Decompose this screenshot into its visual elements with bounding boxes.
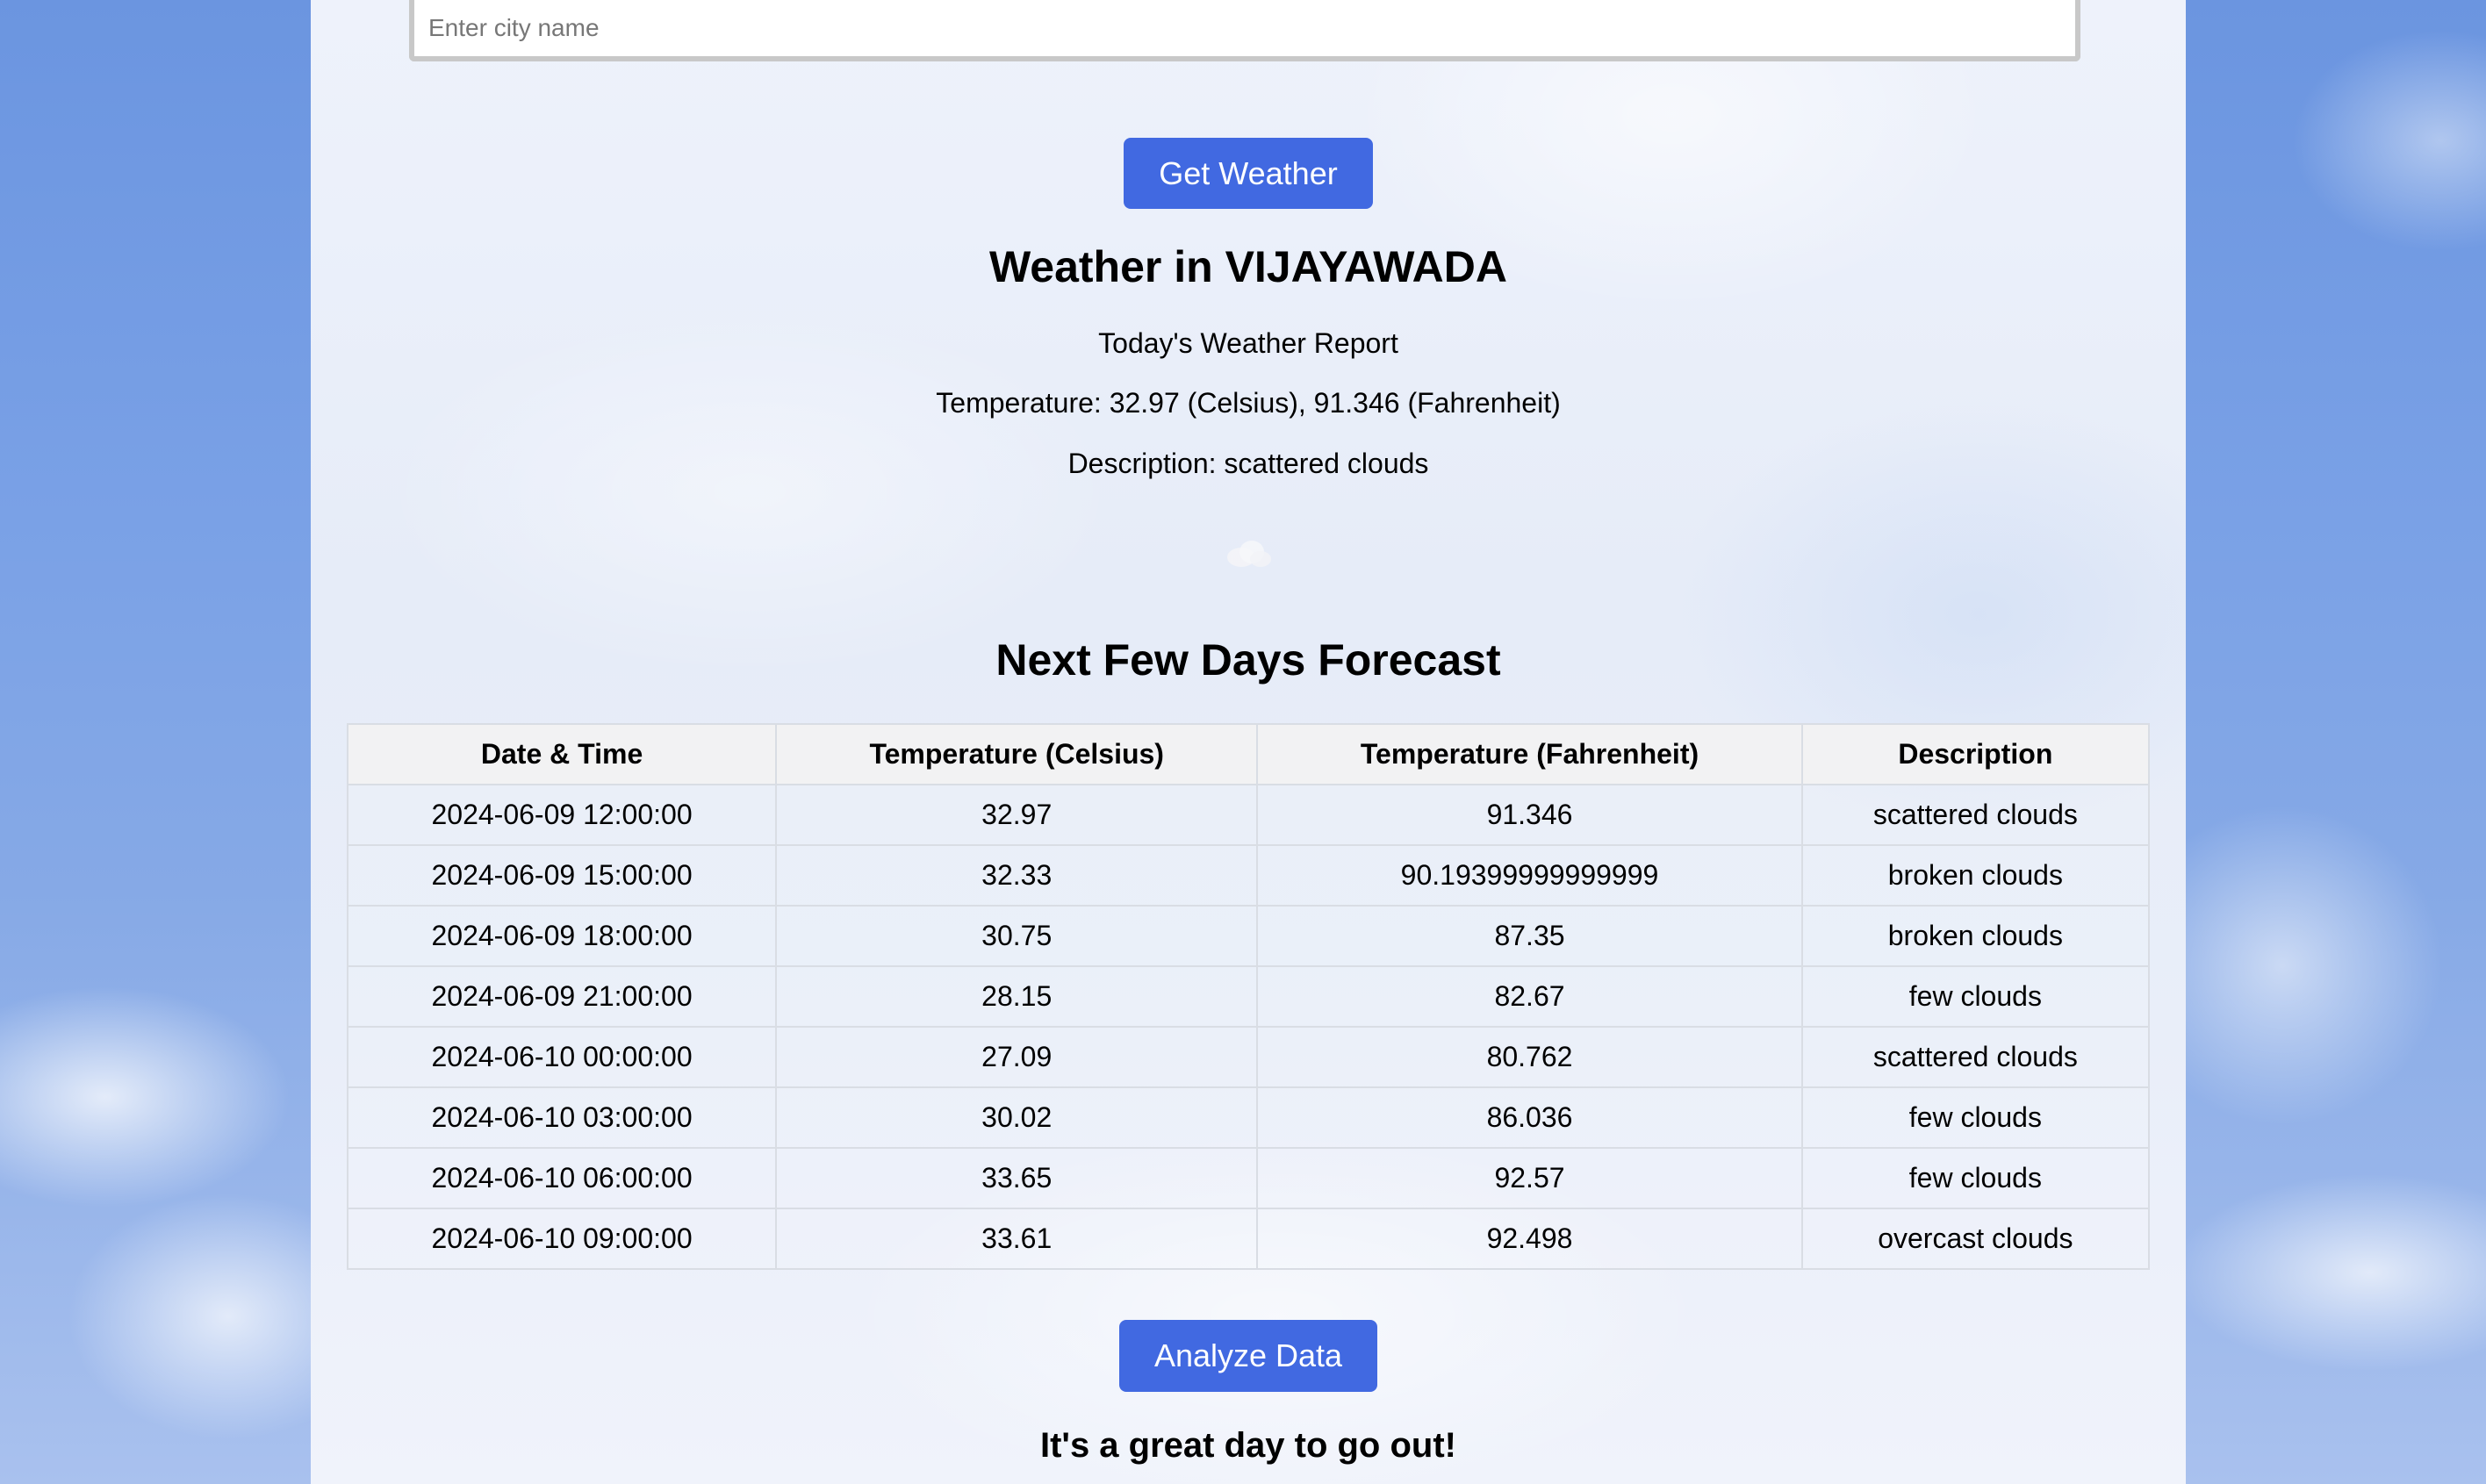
city-weather-title: Weather in VIJAYAWADA <box>988 242 1507 291</box>
cloud-icon <box>1227 541 1271 567</box>
cell-temp-fahrenheit: 86.036 <box>1256 1086 1803 1149</box>
cell-date-time: 2024-06-10 00:00:00 <box>346 1026 778 1088</box>
cell-temp-celsius: 33.65 <box>775 1147 1259 1209</box>
cell-date-time: 2024-06-09 12:00:00 <box>346 784 778 846</box>
cell-date-time: 2024-06-10 09:00:00 <box>346 1208 778 1270</box>
cell-temp-fahrenheit: 90.19399999999999 <box>1256 844 1803 907</box>
search-field-wrapper <box>409 0 2080 61</box>
cell-description: scattered clouds <box>1800 784 2151 846</box>
weather-verdict: It's a great day to go out! <box>1040 1426 1456 1465</box>
cell-description: few clouds <box>1800 1147 2151 1209</box>
header-date-time: Date & Time <box>346 723 778 785</box>
cell-date-time: 2024-06-09 15:00:00 <box>346 844 778 907</box>
cell-temp-celsius: 28.15 <box>775 965 1259 1028</box>
cell-temp-celsius: 33.61 <box>775 1208 1259 1270</box>
table-row: 2024-06-10 00:00:00 27.09 80.762 scatter… <box>346 1026 2151 1088</box>
cell-temp-celsius: 30.02 <box>775 1086 1259 1149</box>
current-temperature: Temperature: 32.97 (Celsius), 91.346 (Fa… <box>936 387 1561 419</box>
cell-date-time: 2024-06-10 06:00:00 <box>346 1147 778 1209</box>
forecast-table: Date & Time Temperature (Celsius) Temper… <box>346 723 2151 1270</box>
city-search-input[interactable] <box>414 0 2075 56</box>
cell-date-time: 2024-06-09 18:00:00 <box>346 905 778 967</box>
cell-temp-celsius: 30.75 <box>775 905 1259 967</box>
cell-description: overcast clouds <box>1800 1208 2151 1270</box>
get-weather-button[interactable]: Get Weather <box>1124 138 1373 209</box>
table-row: 2024-06-09 21:00:00 28.15 82.67 few clou… <box>346 965 2151 1028</box>
cell-description: few clouds <box>1800 965 2151 1028</box>
cell-date-time: 2024-06-10 03:00:00 <box>346 1086 778 1149</box>
analyze-data-button[interactable]: Analyze Data <box>1119 1320 1377 1392</box>
cell-temp-celsius: 32.97 <box>775 784 1259 846</box>
table-row: 2024-06-09 18:00:00 30.75 87.35 broken c… <box>346 905 2151 967</box>
cell-temp-fahrenheit: 80.762 <box>1256 1026 1803 1088</box>
cell-temp-celsius: 32.33 <box>775 844 1259 907</box>
table-row: 2024-06-10 06:00:00 33.65 92.57 few clou… <box>346 1147 2151 1209</box>
cell-description: broken clouds <box>1800 905 2151 967</box>
cell-temp-fahrenheit: 82.67 <box>1256 965 1803 1028</box>
cell-temp-fahrenheit: 87.35 <box>1256 905 1803 967</box>
cell-temp-fahrenheit: 91.346 <box>1256 784 1803 846</box>
table-row: 2024-06-10 03:00:00 30.02 86.036 few clo… <box>346 1086 2151 1149</box>
main-container: Get Weather Weather in VIJAYAWADA Today'… <box>311 0 2186 1484</box>
header-temp-celsius: Temperature (Celsius) <box>775 723 1259 785</box>
report-label: Today's Weather Report <box>1098 327 1398 359</box>
forecast-title: Next Few Days Forecast <box>995 635 1501 685</box>
cell-temp-fahrenheit: 92.57 <box>1256 1147 1803 1209</box>
cell-description: scattered clouds <box>1800 1026 2151 1088</box>
header-temp-fahrenheit: Temperature (Fahrenheit) <box>1256 723 1803 785</box>
table-row: 2024-06-09 15:00:00 32.33 90.19399999999… <box>346 844 2151 907</box>
current-description: Description: scattered clouds <box>1067 448 1429 479</box>
table-row: 2024-06-10 09:00:00 33.61 92.498 overcas… <box>346 1208 2151 1270</box>
header-description: Description <box>1800 723 2151 785</box>
cell-temp-celsius: 27.09 <box>775 1026 1259 1088</box>
cell-description: few clouds <box>1800 1086 2151 1149</box>
table-header-row: Date & Time Temperature (Celsius) Temper… <box>346 723 2151 785</box>
cell-date-time: 2024-06-09 21:00:00 <box>346 965 778 1028</box>
cell-description: broken clouds <box>1800 844 2151 907</box>
table-row: 2024-06-09 12:00:00 32.97 91.346 scatter… <box>346 784 2151 846</box>
cell-temp-fahrenheit: 92.498 <box>1256 1208 1803 1270</box>
